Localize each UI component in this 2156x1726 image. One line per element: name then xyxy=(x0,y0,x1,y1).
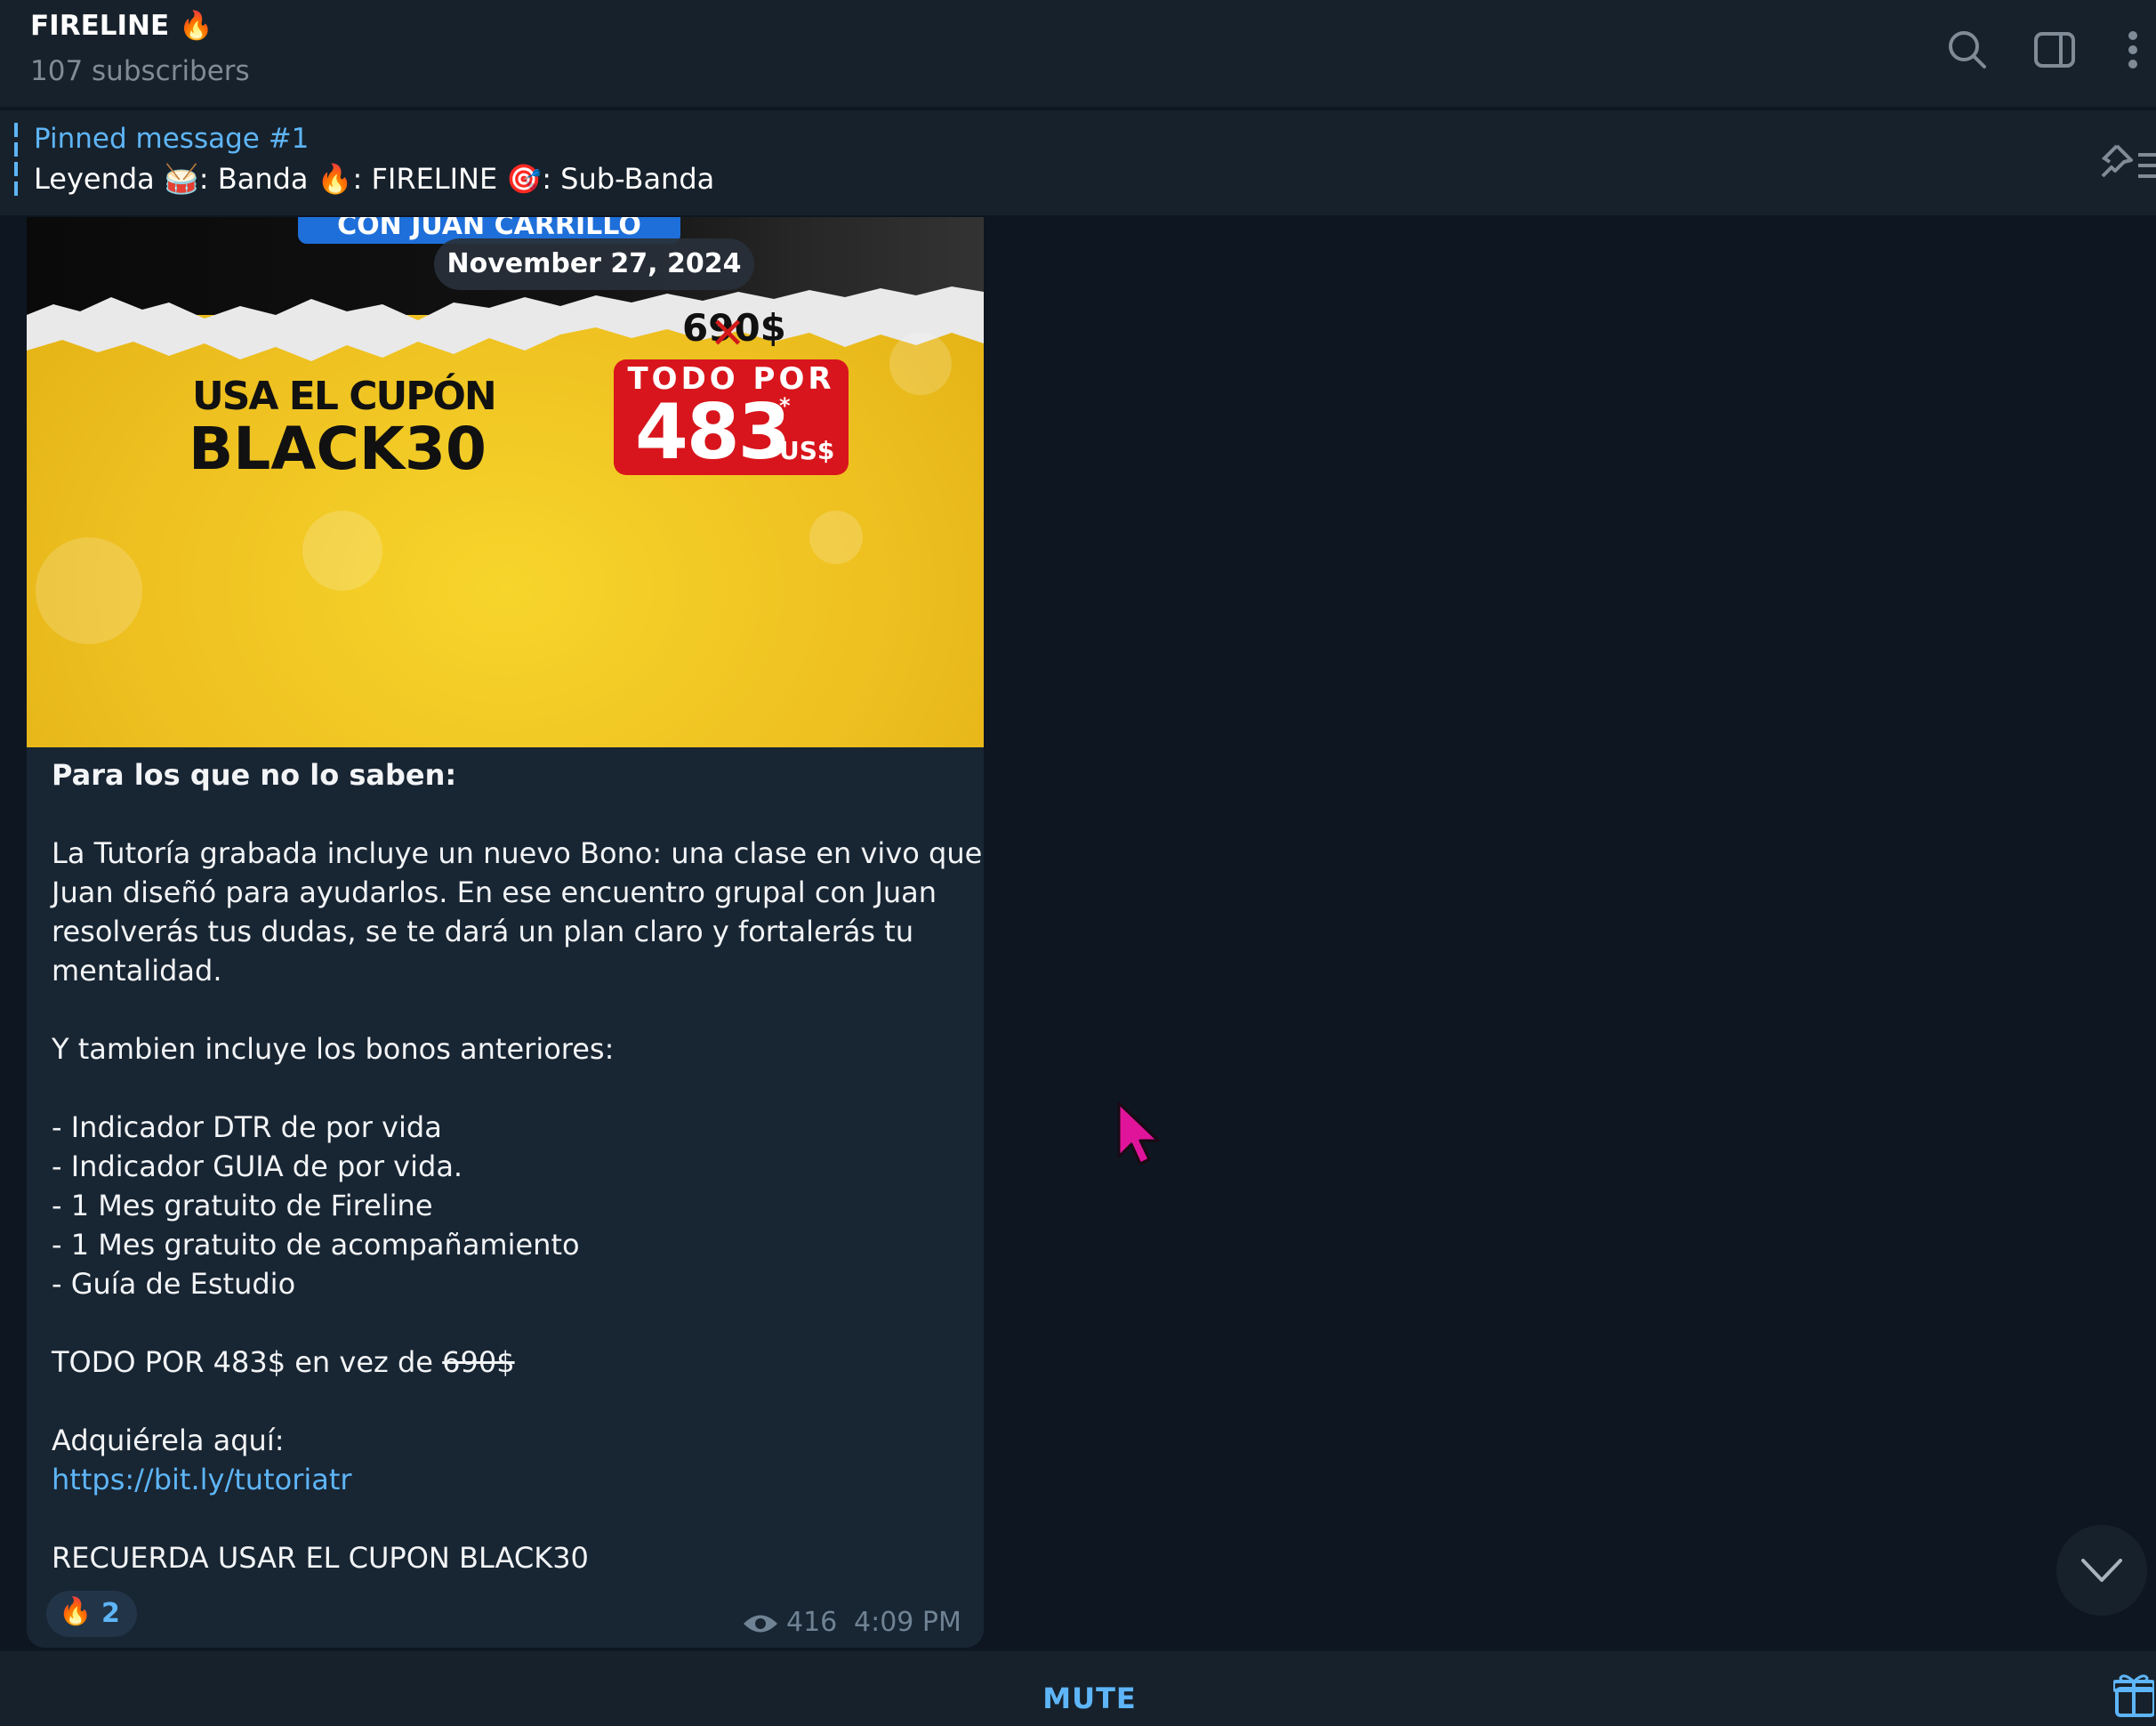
scroll-to-bottom-button[interactable] xyxy=(2056,1525,2147,1616)
gift-icon[interactable] xyxy=(2113,1673,2154,1717)
subscriber-count: 107 subscribers xyxy=(30,55,250,87)
price-value: 483 xyxy=(635,388,792,477)
message-line: resolverás tus dudas, se te dará un plan… xyxy=(52,915,914,948)
price-line-old: 690$ xyxy=(442,1345,515,1379)
pinned-list-icon[interactable] xyxy=(2096,141,2156,185)
message-line: Y tambien incluye los bonos anteriores: xyxy=(52,1032,615,1066)
date-badge[interactable]: November 27, 2024 xyxy=(434,238,754,290)
chevron-down-icon xyxy=(2081,1559,2122,1582)
more-vertical-icon[interactable] xyxy=(2110,25,2156,75)
bonus-item: - Indicador DTR de por vida xyxy=(52,1110,442,1144)
strike-mark: ✕ xyxy=(710,309,746,359)
message-line: mentalidad. xyxy=(52,954,222,988)
promo-image[interactable]: CON JUAN CARRILLO USA EL CUPÓN BLACK30 6… xyxy=(27,217,984,747)
bonus-item: - 1 Mes gratuito de Fireline xyxy=(52,1189,433,1222)
fire-icon: 🔥 xyxy=(59,1596,93,1627)
mute-button[interactable]: MUTE xyxy=(996,1682,1183,1715)
pinned-title[interactable]: Pinned message #1 xyxy=(34,123,309,155)
message-line: La Tutoría grabada incluye un nuevo Bono… xyxy=(52,836,983,870)
message-heading: Para los que no lo saben: xyxy=(52,758,457,792)
bonus-item: - 1 Mes gratuito de acompañamiento xyxy=(52,1228,580,1262)
message-time: 4:09 PM xyxy=(854,1607,961,1638)
message-line: Juan diseñó para ayudarlos. En ese encue… xyxy=(52,875,937,909)
channel-title[interactable]: FIRELINE 🔥 xyxy=(30,9,213,42)
pinned-text[interactable]: Leyenda 🥁: Banda 🔥: FIRELINE 🎯: Sub-Band… xyxy=(34,162,714,196)
reaction-count: 2 xyxy=(101,1598,120,1629)
mouse-cursor-icon xyxy=(1117,1101,1160,1165)
sidebar-toggle-icon[interactable] xyxy=(2030,25,2080,75)
coupon-label: USA EL CUPÓN xyxy=(192,374,497,419)
price-badge: TODO POR 483 * US$ xyxy=(614,359,849,477)
message-bubble[interactable]: CON JUAN CARRILLO USA EL CUPÓN BLACK30 6… xyxy=(27,217,984,1648)
price-currency: US$ xyxy=(779,436,835,465)
price-line-text: TODO POR 483$ en vez de xyxy=(52,1345,443,1379)
message-line: RECUERDA USAR EL CUPON BLACK30 xyxy=(52,1541,589,1575)
price-asterisk: * xyxy=(779,393,791,418)
coupon-code: BLACK30 xyxy=(189,415,487,483)
message-line: Adquiérela aquí: xyxy=(52,1424,285,1457)
bonus-item: - Indicador GUIA de por vida. xyxy=(52,1149,463,1183)
search-icon[interactable] xyxy=(1943,25,1992,75)
view-count: 416 xyxy=(786,1607,838,1638)
bonus-item: - Guía de Estudio xyxy=(52,1267,296,1301)
chat-header: FIRELINE 🔥 107 subscribers xyxy=(0,0,2156,109)
pinned-indicator xyxy=(14,123,18,196)
reaction-fire[interactable]: 🔥 2 xyxy=(46,1591,137,1637)
price-line: TODO POR 483$ en vez de 690$ xyxy=(52,1345,515,1379)
tutoria-link[interactable]: https://bit.ly/tutoriatr xyxy=(52,1463,352,1496)
views-icon xyxy=(744,1615,777,1633)
